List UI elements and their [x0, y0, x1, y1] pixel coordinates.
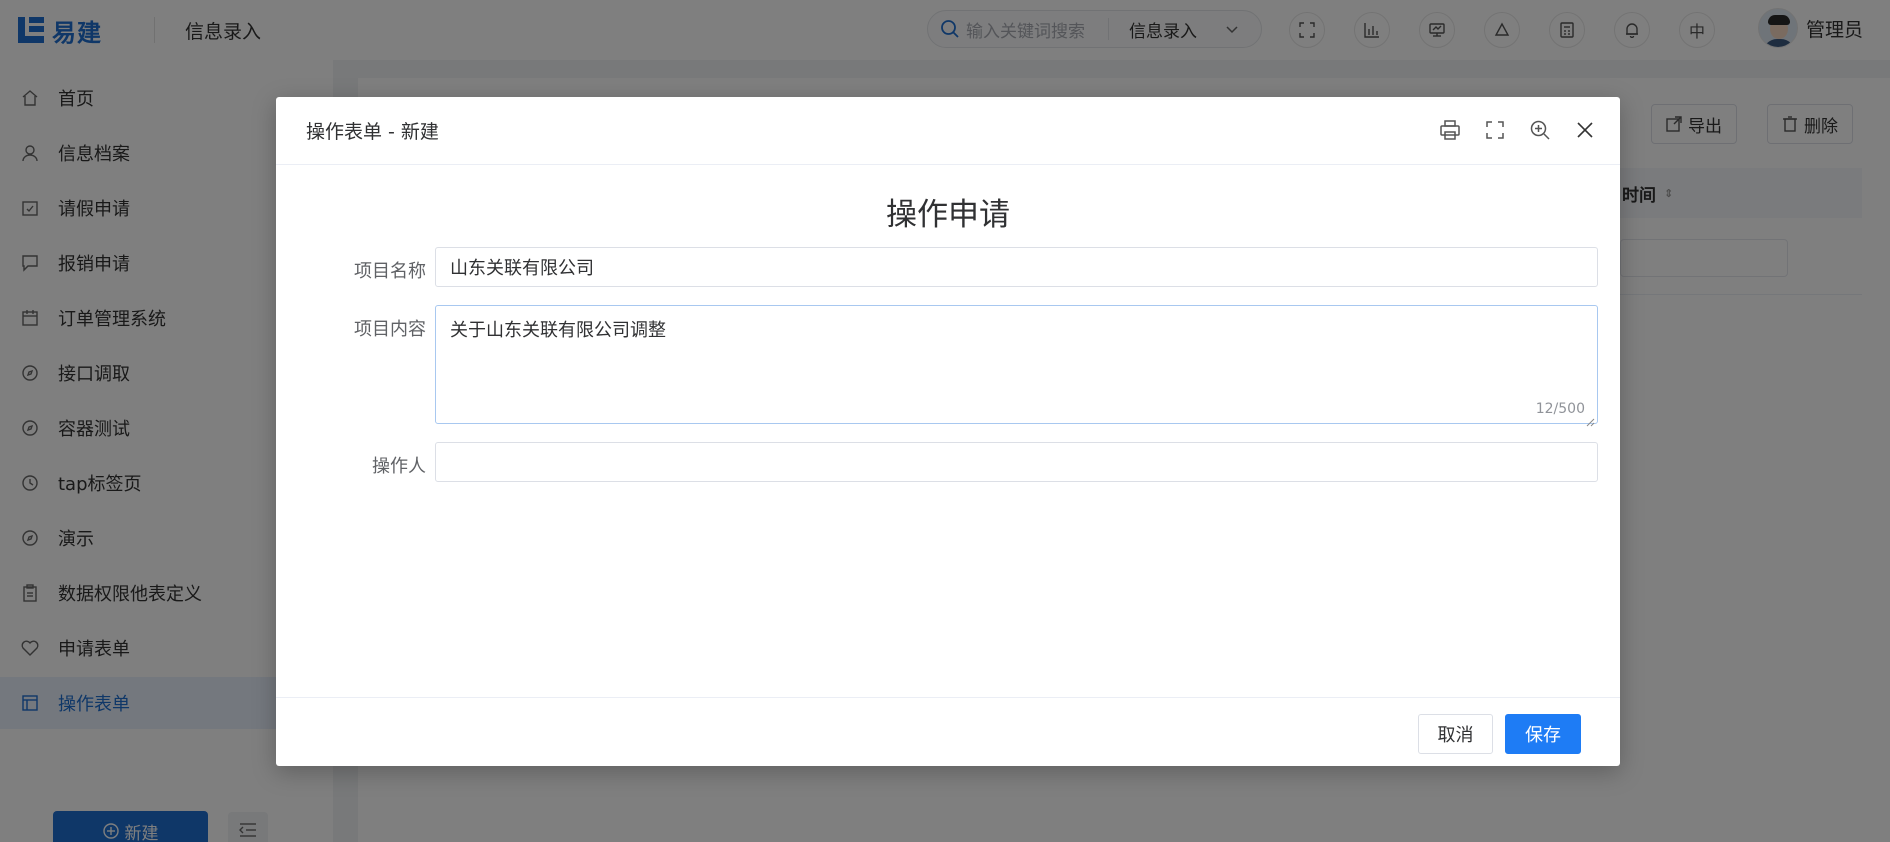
project-name-label: 项目名称: [354, 261, 426, 282]
zoom-in-icon[interactable]: [1525, 115, 1555, 145]
form-heading: 操作申请: [886, 197, 1010, 233]
project-name-input[interactable]: 山东关联有限公司: [435, 247, 1598, 287]
save-button[interactable]: 保存: [1505, 714, 1581, 754]
cancel-button[interactable]: 取消: [1418, 714, 1493, 754]
char-counter: 12/500: [1535, 401, 1585, 417]
create-dialog: 操作表单 - 新建 操作申请 项目名称 山东关联有限公司 项目内容 关于山东关联…: [276, 97, 1620, 766]
project-content-label: 项目内容: [354, 319, 426, 340]
dialog-toolbar: [1420, 115, 1600, 145]
close-icon[interactable]: [1570, 115, 1600, 145]
resize-handle-icon[interactable]: [1585, 411, 1595, 427]
operator-label: 操作人: [372, 456, 426, 477]
operator-input[interactable]: [435, 442, 1598, 482]
dialog-header: 操作表单 - 新建: [276, 97, 1620, 165]
project-content-value: 关于山东关联有限公司调整: [450, 320, 666, 341]
print-icon[interactable]: [1435, 115, 1465, 145]
project-content-textarea[interactable]: 关于山东关联有限公司调整 12/500: [435, 305, 1598, 427]
maximize-icon[interactable]: [1480, 115, 1510, 145]
dialog-title: 操作表单 - 新建: [306, 121, 439, 143]
dialog-footer: 取消 保存: [276, 697, 1620, 766]
